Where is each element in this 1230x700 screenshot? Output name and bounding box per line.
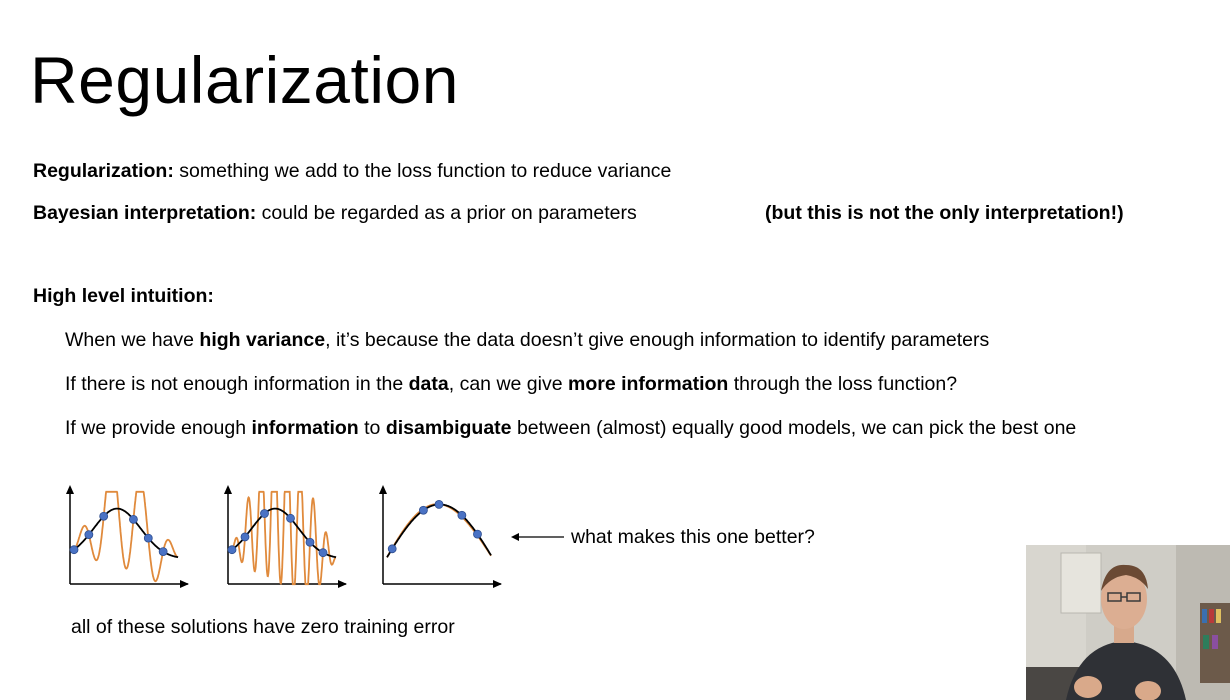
plot-moderate-overfit (66, 485, 189, 588)
data-point (473, 529, 482, 539)
x-axis-arrow-icon (180, 580, 189, 588)
interpretation-aside: (but this is not the only interpretation… (765, 202, 1124, 224)
bayesian-term: Bayesian interpretation: (33, 202, 257, 224)
y-axis-arrow-icon (66, 485, 74, 494)
plot-severe-overfit (224, 485, 347, 588)
bold-phrase: more information (567, 373, 729, 395)
intuition-line-3: If we provide enough information to disa… (65, 415, 1076, 441)
data-point (143, 533, 153, 543)
x-axis-arrow-icon (338, 580, 347, 588)
data-point (318, 548, 328, 558)
webcam-feed (1026, 545, 1230, 700)
bold-phrase: disambiguate (385, 417, 512, 439)
y-axis-arrow-icon (379, 485, 387, 494)
data-point (286, 513, 295, 523)
data-point (387, 544, 397, 554)
data-point (240, 532, 250, 542)
definition-text: something we add to the loss function to… (173, 160, 672, 182)
data-point (434, 500, 444, 509)
data-point (305, 537, 315, 547)
data-point (158, 547, 168, 557)
plot-good-fit (379, 485, 502, 588)
definition-term: Regularization: (33, 160, 174, 182)
bold-phrase: data (408, 373, 449, 395)
text-run: through the loss function? (728, 373, 958, 395)
text-run: If we provide enough (65, 417, 252, 439)
data-point (457, 510, 467, 520)
intuition-line-1: When we have high variance, it’s because… (65, 327, 989, 353)
text-run: If there is not enough information in th… (65, 373, 409, 395)
text-run: , can we give (448, 373, 568, 395)
text-run: to (358, 417, 386, 439)
y-axis-arrow-icon (224, 485, 232, 494)
text-run: between (almost) equally good models, we… (511, 417, 1077, 439)
data-point (84, 530, 94, 540)
regularization-definition: Regularization: something we add to the … (33, 158, 671, 184)
left-arrow-icon (511, 533, 564, 541)
intuition-line-2: If there is not enough information in th… (65, 371, 957, 397)
intuition-heading: High level intuition: (33, 285, 214, 307)
webcam-presenter-image (1026, 545, 1230, 700)
bayesian-text: could be regarded as a prior on paramete… (256, 202, 637, 224)
slide-title: Regularization (30, 43, 459, 117)
arrow-label: what makes this one better? (571, 526, 815, 548)
data-point (129, 514, 138, 524)
bold-phrase: high variance (199, 329, 326, 351)
data-point (69, 545, 79, 555)
bold-phrase: information (251, 417, 359, 439)
text-run: When we have (65, 329, 200, 351)
x-axis-arrow-icon (493, 580, 502, 588)
data-point (99, 511, 109, 521)
data-point (227, 545, 237, 555)
data-point (419, 505, 428, 515)
bayesian-interpretation: Bayesian interpretation: could be regard… (33, 200, 637, 226)
text-run: , it’s because the data doesn’t give eno… (325, 329, 990, 351)
plots-caption: all of these solutions have zero trainin… (71, 616, 455, 638)
data-point (260, 509, 269, 518)
